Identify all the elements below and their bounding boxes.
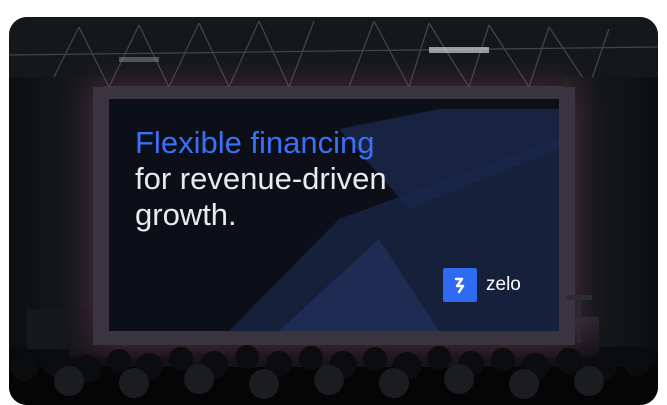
projection-screen: Flexible financing for revenue-driven gr… xyxy=(93,87,575,345)
left-wall xyxy=(9,77,104,347)
headline-line-3: growth. xyxy=(135,197,237,232)
slide-headline: Flexible financing for revenue-driven gr… xyxy=(135,125,387,233)
event-photo: Flexible financing for revenue-driven gr… xyxy=(9,17,658,405)
speaker-stand xyxy=(566,295,592,343)
audience-silhouettes xyxy=(9,345,658,405)
headline-line-2: for revenue-driven xyxy=(135,161,387,196)
slide: Flexible financing for revenue-driven gr… xyxy=(109,99,559,331)
ceiling-truss xyxy=(9,17,658,97)
brand-lockup: zelo xyxy=(443,268,521,302)
brand-name: zelo xyxy=(486,274,521,295)
zelo-logo-icon xyxy=(443,268,477,302)
headline-accent-line: Flexible financing xyxy=(135,125,375,160)
